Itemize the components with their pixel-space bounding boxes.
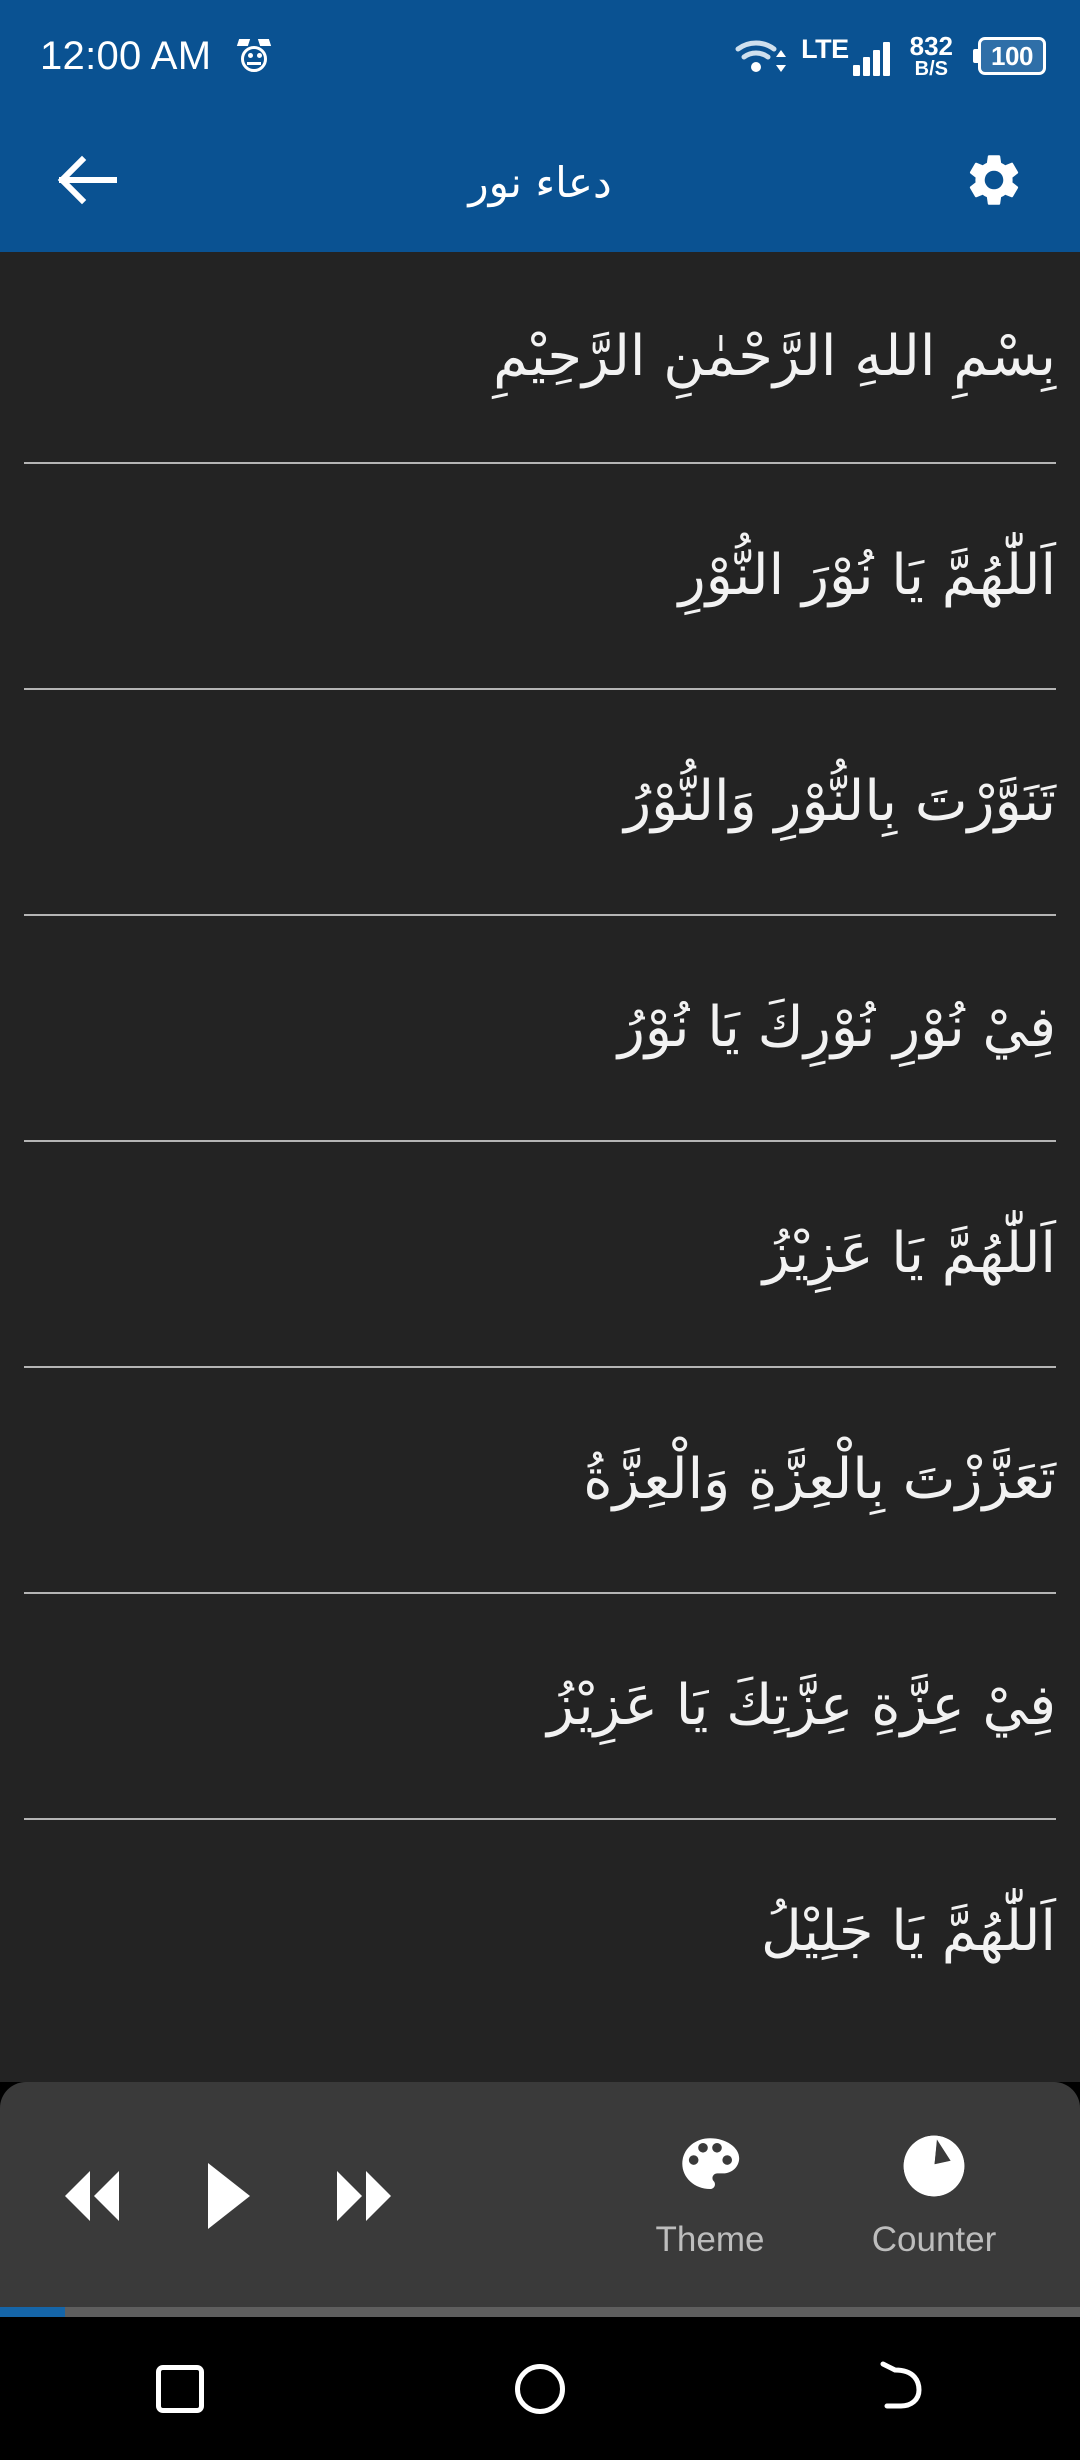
rewind-button[interactable] (44, 2151, 140, 2247)
list-item[interactable]: اَللّٰهُمَّ يَا عَزِيْزُ (0, 1142, 1080, 1366)
play-icon (202, 2160, 254, 2237)
gear-icon (963, 149, 1025, 216)
dua-line-text: اَللّٰهُمَّ يَا عَزِيْزُ (762, 1220, 1056, 1286)
settings-button[interactable] (952, 140, 1036, 224)
battery-level-label: 100 (991, 40, 1033, 71)
list-item[interactable]: تَعَزَّزْتَ بِالْعِزَّةِ وَالْعِزَّةُ (0, 1368, 1080, 1592)
dua-content-list[interactable]: بِسْمِ اللهِ الرَّحْمٰنِ الرَّحِيْمِ اَل… (0, 252, 1080, 2082)
recents-button[interactable] (120, 2329, 240, 2449)
battery-icon: 100 (973, 37, 1046, 75)
signal-bars-icon (852, 42, 890, 76)
counter-button[interactable]: Counter (844, 2131, 1024, 2260)
wifi-icon (735, 38, 787, 74)
mode-buttons: Theme Counter (620, 2131, 1034, 2260)
status-time: 12:00 AM (40, 33, 212, 78)
counter-pie-icon (898, 2131, 970, 2206)
home-button[interactable] (480, 2329, 600, 2449)
dua-line-text: تَنَوَّرْتَ بِالنُّوْرِ وَالنُّوْرُ (624, 768, 1056, 834)
list-item[interactable]: فِيْ عِزَّةِ عِزَّتِكَ يَا عَزِيْزُ (0, 1594, 1080, 1818)
scroll-progress-track[interactable] (0, 2307, 1080, 2317)
palette-icon (674, 2131, 746, 2206)
network-type-label: LTE (801, 34, 849, 64)
list-item[interactable]: تَنَوَّرْتَ بِالنُّوْرِ وَالنُّوْرُ (0, 690, 1080, 914)
dua-line-text: بِسْمِ اللهِ الرَّحْمٰنِ الرَّحِيْمِ (493, 323, 1056, 389)
play-button[interactable] (180, 2151, 276, 2247)
circle-home-icon (515, 2363, 565, 2414)
rewind-icon (59, 2165, 125, 2232)
back-button[interactable] (44, 140, 128, 224)
data-rate-value: 832 (909, 30, 953, 61)
player-control-bar: Theme Counter (0, 2082, 1080, 2309)
list-item[interactable]: بِسْمِ اللهِ الرَّحْمٰنِ الرَّحِيْمِ (0, 252, 1080, 462)
alarm-clock-icon (237, 39, 272, 73)
list-item[interactable]: اَللّٰهُمَّ يَا نُوْرَ النُّوْرِ (0, 464, 1080, 688)
nav-back-button[interactable] (840, 2329, 960, 2449)
back-arrow-icon (54, 154, 118, 211)
theme-button[interactable]: Theme (620, 2131, 800, 2260)
fast-forward-icon (331, 2165, 397, 2232)
lte-signal-icon: LTE (801, 36, 890, 76)
status-bar: 12:00 AM LTE 832 B/S 100 (0, 0, 1080, 112)
data-rate-indicator: 832 B/S (910, 33, 953, 80)
list-item[interactable]: فِيْ نُوْرِ نُوْرِكَ يَا نُوْرُ (0, 916, 1080, 1140)
square-recents-icon (156, 2364, 204, 2413)
list-item[interactable]: اَللّٰهُمَّ يَا جَلِيْلُ (0, 1820, 1080, 2044)
dua-line-text: فِيْ نُوْرِ نُوْرِكَ يَا نُوْرُ (617, 994, 1056, 1060)
back-curve-icon (873, 2358, 927, 2419)
dua-line-text: فِيْ عِزَّةِ عِزَّتِكَ يَا عَزِيْزُ (547, 1672, 1056, 1738)
counter-button-label: Counter (871, 2220, 997, 2259)
data-rate-unit: B/S (914, 58, 948, 81)
phone-screen: 12:00 AM LTE 832 B/S 100 دعاء نور بِسْمِ… (0, 0, 1080, 2460)
theme-button-label: Theme (655, 2220, 765, 2259)
status-bar-right: LTE 832 B/S 100 (735, 33, 1046, 80)
dua-line-text: اَللّٰهُمَّ يَا جَلِيْلُ (761, 1898, 1056, 1964)
dua-line-text: تَعَزَّزْتَ بِالْعِزَّةِ وَالْعِزَّةُ (583, 1446, 1056, 1512)
page-title: دعاء نور (468, 157, 612, 207)
transport-controls (44, 2145, 412, 2247)
app-header-bar: دعاء نور (0, 112, 1080, 252)
scroll-progress-fill (0, 2307, 65, 2317)
fast-forward-button[interactable] (316, 2151, 412, 2247)
android-nav-bar (0, 2317, 1080, 2460)
status-bar-left: 12:00 AM (40, 33, 272, 79)
dua-line-text: اَللّٰهُمَّ يَا نُوْرَ النُّوْرِ (678, 542, 1056, 608)
